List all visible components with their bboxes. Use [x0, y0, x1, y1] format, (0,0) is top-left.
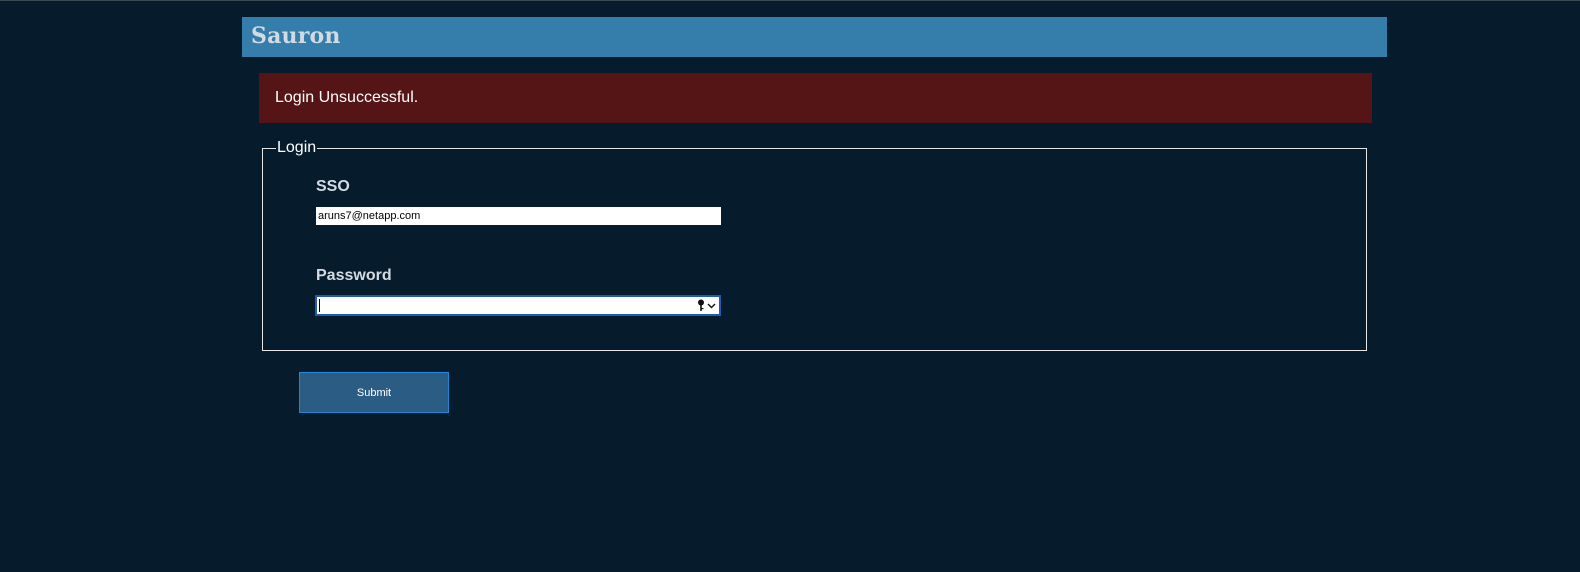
sso-label: SSO — [316, 178, 350, 195]
fieldset-legend: Login — [276, 138, 318, 158]
password-field[interactable] — [315, 295, 721, 316]
alert-message: Login Unsuccessful. — [275, 89, 419, 106]
top-divider — [0, 0, 1580, 1]
password-label: Password — [316, 267, 392, 284]
password-input[interactable] — [317, 297, 691, 314]
error-alert: Login Unsuccessful. — [259, 73, 1372, 123]
chevron-down-icon[interactable] — [707, 301, 716, 310]
login-fieldset: Login SSO Password — [262, 138, 1367, 351]
submit-button[interactable]: Submit — [299, 372, 449, 413]
app-title: Sauron — [251, 23, 341, 49]
text-cursor — [319, 299, 320, 312]
app-header: Sauron — [242, 17, 1387, 57]
key-icon[interactable] — [697, 299, 705, 312]
sso-input[interactable] — [316, 207, 721, 225]
